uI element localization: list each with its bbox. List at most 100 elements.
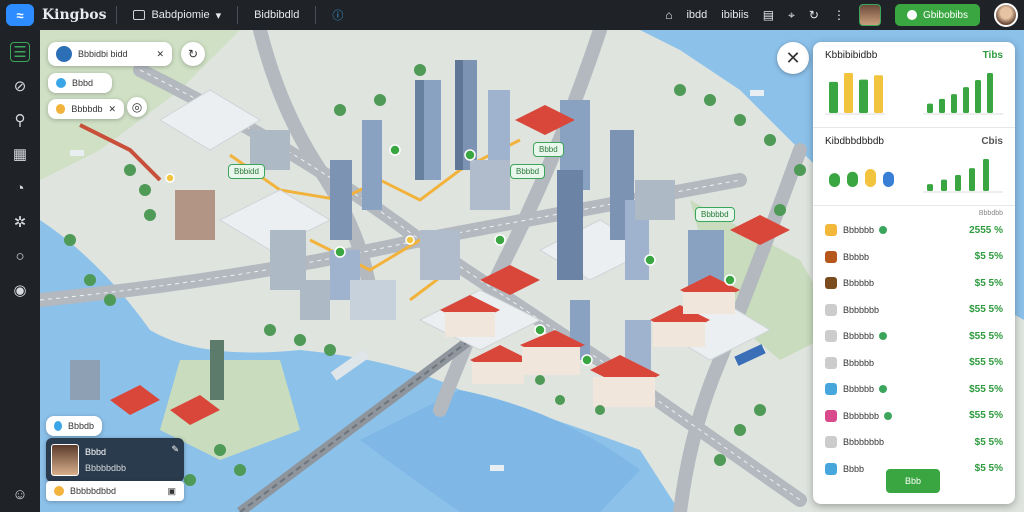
divider bbox=[237, 6, 239, 24]
chart-bar bbox=[939, 98, 945, 113]
chart-bar bbox=[963, 87, 969, 113]
top-right-label-2[interactable]: ibibiis bbox=[721, 9, 749, 21]
close-icon[interactable]: ✕ bbox=[156, 49, 164, 60]
calendar-icon[interactable]: ▦ bbox=[10, 144, 30, 164]
chart-bar bbox=[987, 73, 993, 113]
close-panel-button[interactable]: ✕ bbox=[777, 42, 809, 74]
chart-bar bbox=[927, 184, 933, 191]
info-button[interactable]: ⓘ bbox=[326, 7, 349, 23]
item-icon bbox=[825, 356, 837, 369]
user-icon[interactable]: ☺ bbox=[10, 484, 30, 504]
chart-bar bbox=[927, 103, 933, 113]
calendar-icon[interactable]: ▣ bbox=[167, 486, 176, 497]
primary-action-label: Gbibobibs bbox=[922, 9, 968, 21]
compass-icon[interactable]: ⊘ bbox=[10, 76, 30, 96]
map-label-b[interactable]: Bbbd bbox=[533, 142, 564, 157]
panel-action-button[interactable]: Bbb bbox=[886, 469, 940, 493]
refresh-icon[interactable]: ↻ bbox=[809, 8, 819, 22]
stats-section-2: Kibdbbdbbdb Cbis bbox=[813, 128, 1015, 206]
profile-avatar[interactable] bbox=[994, 3, 1018, 27]
item-value: $5 5% bbox=[974, 463, 1003, 475]
layers-icon[interactable]: ☰ bbox=[10, 42, 30, 62]
filter-pill-2[interactable]: Bbbbdb ✕ bbox=[48, 99, 124, 119]
chart-bar bbox=[829, 81, 838, 113]
item-label: Bbbbbb bbox=[843, 225, 875, 236]
chevron-down-icon: ▾ bbox=[215, 9, 222, 22]
home-icon[interactable]: ⌂ bbox=[665, 8, 672, 22]
item-value: $5 5% bbox=[974, 251, 1003, 263]
item-label: Bbbbbb bbox=[843, 278, 875, 289]
close-icon[interactable]: ✕ bbox=[108, 104, 116, 115]
filter-icon bbox=[56, 78, 66, 88]
clipboard-icon[interactable]: ▤ bbox=[763, 8, 774, 22]
item-value: $5 5% bbox=[974, 277, 1003, 289]
user-avatar[interactable] bbox=[858, 4, 881, 26]
item-label: Bbbbbb bbox=[843, 357, 875, 368]
list-item[interactable]: Bbbbbb $5 5% bbox=[825, 270, 1003, 297]
item-icon bbox=[825, 330, 837, 343]
top-right-label-1[interactable]: ibdd bbox=[686, 9, 707, 21]
chart-bar bbox=[955, 175, 961, 191]
profile-status-bar[interactable]: Bbbbbdbbd ▣ bbox=[46, 481, 184, 501]
divider bbox=[315, 6, 317, 24]
top-bar: ≈ Kingbos Babdpiomie ▾ Bidbibdld ⓘ ⌂ ibd… bbox=[0, 0, 1024, 30]
bar-chart-d bbox=[923, 159, 1003, 193]
profile-photo bbox=[51, 444, 79, 476]
list-item[interactable]: Bbbbbb $55 5% bbox=[825, 376, 1003, 403]
app-logo[interactable]: ≈ bbox=[6, 4, 34, 26]
window-icon bbox=[133, 10, 146, 20]
item-icon bbox=[825, 224, 837, 237]
gauge-icon[interactable]: ◔ bbox=[10, 178, 30, 198]
map-label-a[interactable]: Bbbidd bbox=[228, 164, 265, 179]
chart-bar bbox=[874, 75, 883, 113]
search-pill-label: Bbbidbi bidd bbox=[78, 49, 128, 59]
chart-pill bbox=[829, 173, 840, 187]
list-item[interactable]: Bbbbbb $55 5% bbox=[825, 323, 1003, 350]
chart-pill bbox=[883, 171, 894, 187]
app-name: Kingbos bbox=[42, 7, 107, 23]
list-items: Bbbbbb 2555 % Bbbbb $5 5% Bbbbbb $5 5% Bbbbbbb… bbox=[825, 217, 1003, 482]
list-item[interactable]: Bbbbbb $55 5% bbox=[825, 350, 1003, 377]
profile-card[interactable]: Bbbd Bbbbbdbb ✎ bbox=[46, 438, 184, 482]
circle-icon[interactable]: ○ bbox=[10, 246, 30, 266]
top-bar-right: ⌂ ibdd ibibiis ▤ ⌖ ↻ ⋮ Gbibobibs bbox=[665, 3, 1024, 27]
filter-pill[interactable]: Bbbd bbox=[48, 73, 112, 93]
tool-label: Bidbibdld bbox=[254, 9, 300, 21]
item-icon bbox=[825, 277, 837, 290]
list-item[interactable]: Bbbbbbb $55 5% bbox=[825, 297, 1003, 324]
stats-section-1: Kbbibibidbb Tibs bbox=[813, 42, 1015, 128]
mini-pill[interactable]: Bbbdb bbox=[46, 416, 102, 436]
list-header: Bbbdbb bbox=[978, 210, 1003, 217]
search-icon[interactable]: ⚲ bbox=[10, 110, 30, 130]
list-item[interactable]: Bbbbbbbb $5 5% bbox=[825, 429, 1003, 456]
filter-pill-label: Bbbd bbox=[72, 78, 94, 88]
status-dot-icon bbox=[879, 226, 888, 235]
item-label: Bbbbbbbb bbox=[843, 437, 885, 448]
search-pill[interactable]: Bbbidbi bidd ✕ bbox=[48, 42, 172, 66]
menu-dropdown[interactable]: Babdpiomie ▾ bbox=[127, 9, 227, 22]
tool-button[interactable]: Bidbibdld bbox=[248, 9, 305, 21]
item-value: $55 5% bbox=[969, 383, 1003, 395]
edit-icon[interactable]: ✎ bbox=[171, 444, 179, 455]
menu-icon[interactable]: ⋮ bbox=[833, 8, 845, 22]
map-label-c[interactable]: Bbbbbd bbox=[695, 207, 735, 222]
chart-bar bbox=[941, 179, 947, 191]
chart-bar bbox=[975, 80, 981, 113]
status-dot-icon bbox=[879, 332, 888, 341]
refresh-map-button[interactable]: ↻ bbox=[181, 42, 205, 66]
location-icon bbox=[56, 46, 72, 62]
settings-icon[interactable]: ✲ bbox=[10, 212, 30, 232]
map-label-d[interactable]: Bbbbd bbox=[510, 164, 546, 179]
chat-icon[interactable]: ◉ bbox=[10, 280, 30, 300]
chart-bar bbox=[859, 79, 868, 113]
list-item[interactable]: Bbbbb $5 5% bbox=[825, 244, 1003, 271]
list-item[interactable]: Bbbbbb 2555 % bbox=[825, 217, 1003, 244]
filter-pill-2-label: Bbbbdb bbox=[71, 104, 103, 114]
item-label: Bbbbbbb bbox=[843, 304, 880, 315]
item-label: Bbbbb bbox=[843, 251, 870, 262]
list-item[interactable]: Bbbbbbb $55 5% bbox=[825, 403, 1003, 430]
profile-sub: Bbbbbdbb bbox=[85, 463, 127, 473]
options-button[interactable]: ◎ bbox=[127, 97, 147, 117]
pin-icon[interactable]: ⌖ bbox=[788, 8, 795, 23]
primary-action-button[interactable]: Gbibobibs bbox=[894, 4, 980, 26]
